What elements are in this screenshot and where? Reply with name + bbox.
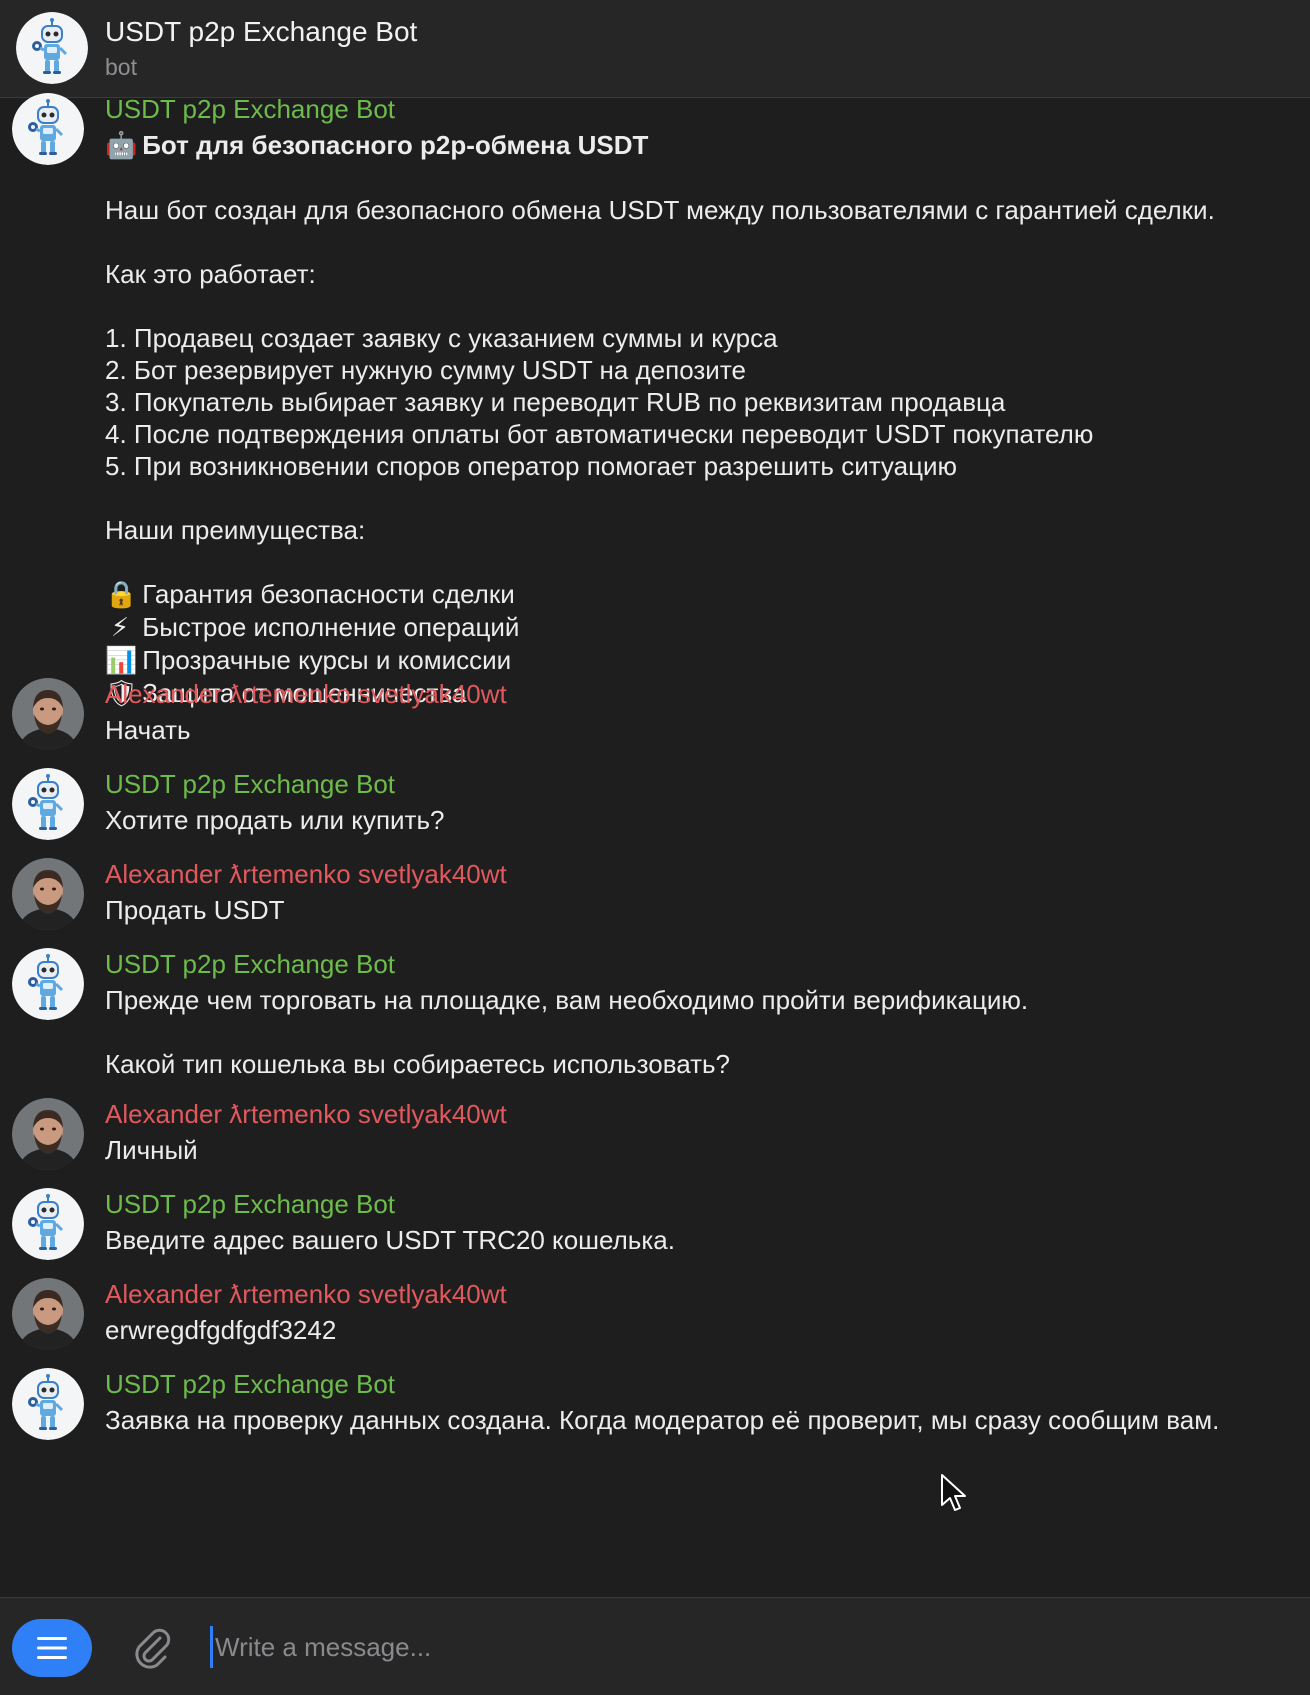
message-line-text: Прежде чем торговать на площадке, вам не…	[105, 985, 1029, 1015]
message-line	[105, 482, 1295, 514]
message-line-text: Какой тип кошелька вы собираетесь исполь…	[105, 1049, 731, 1079]
bot-avatar[interactable]	[12, 1368, 84, 1440]
user-avatar[interactable]	[12, 678, 84, 750]
message-text: Личный	[105, 1134, 1295, 1166]
message-line: 🤖 Бот для безопасного р2р-обмена USDT	[105, 129, 1295, 162]
bot-avatar[interactable]	[12, 1188, 84, 1260]
sender-name[interactable]: USDT p2p Exchange Bot	[105, 1188, 395, 1220]
message-line: Прежде чем торговать на площадке, вам не…	[105, 984, 1295, 1016]
message-text: 🤖 Бот для безопасного р2р-обмена USDT Наш…	[105, 129, 1295, 710]
menu-icon	[37, 1637, 67, 1659]
bot-menu-button[interactable]	[12, 1619, 92, 1677]
message-line-text: Как это работает:	[105, 259, 316, 289]
chat-header[interactable]: USDT p2p Exchange Bot bot	[0, 0, 1310, 98]
message-line-text: 1. Продавец создает заявку с указанием с…	[105, 323, 778, 353]
message-line-text: 5. При возникновении споров оператор пом…	[105, 451, 958, 481]
message-input[interactable]	[210, 1626, 1287, 1668]
emoji-icon: 📊	[105, 646, 138, 676]
bot-avatar[interactable]	[16, 12, 88, 84]
message-line: Заявка на проверку данных создана. Когда…	[105, 1404, 1295, 1436]
message-text: erwregdfgdfgdf3242	[105, 1314, 1295, 1346]
message-line-text: Заявка на проверку данных создана. Когда…	[105, 1405, 1220, 1435]
sender-name[interactable]: Alexander ƛrtemenko svetlyak40wt	[105, 1098, 507, 1130]
message-line	[105, 290, 1295, 322]
message-line-text: Личный	[105, 1135, 198, 1165]
message-line-text: 2. Бот резервирует нужную сумму USDT на …	[105, 355, 746, 385]
message-line-text: Наш бот создан для безопасного обмена US…	[105, 195, 1215, 225]
message-line-text: Хотите продать или купить?	[105, 805, 445, 835]
message-line-text: 3. Покупатель выбирает заявку и переводи…	[105, 387, 1006, 417]
chat-subtitle: bot	[105, 54, 137, 80]
message-line-text: Продать USDT	[105, 895, 285, 925]
message-line: Личный	[105, 1134, 1295, 1166]
message-text: Начать	[105, 714, 1295, 746]
emoji-icon: 🔒	[105, 580, 138, 610]
message-line-text: Бот для безопасного р2р-обмена USDT	[142, 130, 649, 160]
message-line: ⚡ Быстрое исполнение операций	[105, 611, 1295, 644]
message-line: 3. Покупатель выбирает заявку и переводи…	[105, 386, 1295, 418]
message-line-text: Начать	[105, 715, 191, 745]
message-line-text: erwregdfgdfgdf3242	[105, 1315, 337, 1345]
message-line: Наш бот создан для безопасного обмена US…	[105, 194, 1295, 226]
emoji-icon: 🤖	[105, 131, 138, 161]
message-composer	[0, 1597, 1310, 1695]
message-line-text: Быстрое исполнение операций	[142, 612, 520, 642]
message-text: Прежде чем торговать на площадке, вам не…	[105, 984, 1295, 1080]
bot-avatar[interactable]	[12, 948, 84, 1020]
chat-title: USDT p2p Exchange Bot	[105, 16, 418, 47]
message-line: Начать	[105, 714, 1295, 746]
bot-avatar[interactable]	[12, 768, 84, 840]
message-line: Продать USDT	[105, 894, 1295, 926]
emoji-icon: ⚡	[110, 613, 130, 643]
message-line: 2. Бот резервирует нужную сумму USDT на …	[105, 354, 1295, 386]
message-text: Хотите продать или купить?	[105, 804, 1295, 836]
user-avatar[interactable]	[12, 1278, 84, 1350]
mouse-pointer-icon	[941, 1474, 966, 1511]
message-line: 4. После подтверждения оплаты бот автома…	[105, 418, 1295, 450]
message-line: Какой тип кошелька вы собираетесь исполь…	[105, 1048, 1295, 1080]
sender-name[interactable]: Alexander ƛrtemenko svetlyak40wt	[105, 1278, 507, 1310]
user-avatar[interactable]	[12, 858, 84, 930]
sender-name[interactable]: USDT p2p Exchange Bot	[105, 948, 395, 980]
message-line: Введите адрес вашего USDT TRC20 кошелька…	[105, 1224, 1295, 1256]
message-line-text: Введите адрес вашего USDT TRC20 кошелька…	[105, 1225, 675, 1255]
message-line-text: Прозрачные курсы и комиссии	[142, 645, 512, 675]
sender-name[interactable]: USDT p2p Exchange Bot	[105, 1368, 395, 1400]
bot-avatar[interactable]	[12, 93, 84, 165]
message-line	[105, 1016, 1295, 1048]
sender-name[interactable]: Alexander ƛrtemenko svetlyak40wt	[105, 858, 507, 890]
attach-button[interactable]	[128, 1624, 174, 1675]
message-line: 📊 Прозрачные курсы и комиссии	[105, 644, 1295, 677]
sender-name[interactable]: USDT p2p Exchange Bot	[105, 768, 395, 800]
paperclip-icon	[135, 1628, 171, 1669]
user-avatar[interactable]	[12, 1098, 84, 1170]
message-line: 1. Продавец создает заявку с указанием с…	[105, 322, 1295, 354]
message-line	[105, 162, 1295, 194]
message-line	[105, 546, 1295, 578]
message-line: Хотите продать или купить?	[105, 804, 1295, 836]
message-text: Заявка на проверку данных создана. Когда…	[105, 1404, 1295, 1436]
sender-name[interactable]: Alexander ƛrtemenko svetlyak40wt	[105, 678, 507, 710]
message-line-text: 4. После подтверждения оплаты бот автома…	[105, 419, 1094, 449]
message-text: Введите адрес вашего USDT TRC20 кошелька…	[105, 1224, 1295, 1256]
message-line: 5. При возникновении споров оператор пом…	[105, 450, 1295, 482]
message-line: Наши преимущества:	[105, 514, 1295, 546]
message-line: 🔒 Гарантия безопасности сделки	[105, 578, 1295, 611]
message-line-text: Наши преимущества:	[105, 515, 366, 545]
sender-name[interactable]: USDT p2p Exchange Bot	[105, 93, 395, 125]
message-line	[105, 226, 1295, 258]
message-text: Продать USDT	[105, 894, 1295, 926]
message-line: erwregdfgdfgdf3242	[105, 1314, 1295, 1346]
message-line: Как это работает:	[105, 258, 1295, 290]
message-line-text: Гарантия безопасности сделки	[142, 579, 515, 609]
